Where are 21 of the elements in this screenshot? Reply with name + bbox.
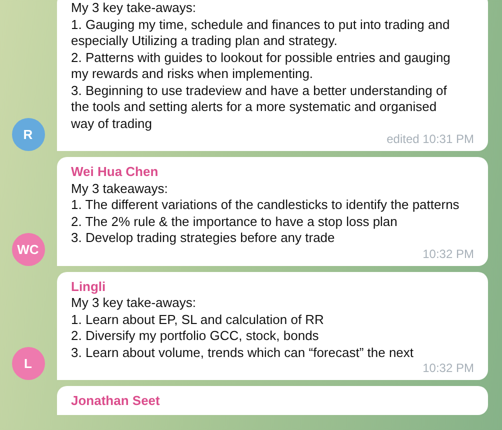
message-text: 2. Diversify my portfolio GCC, stock, bonds: [71, 328, 320, 344]
sender-name[interactable]: Wei Hua Chen: [71, 164, 462, 180]
message-text: My 3 key take-aways:: [71, 295, 197, 312]
message-text: 2. The 2% rule & the importance to have a stop loss plan: [71, 214, 398, 230]
avatar[interactable]: R: [12, 118, 44, 151]
message-time: 10:32 PM: [422, 361, 474, 375]
sender-name[interactable]: Jonathan Seet: [71, 393, 462, 410]
message-text: 3. Develop trading strategies before any trade: [71, 230, 336, 246]
message-text: My 3 takeaways:: [71, 180, 169, 197]
message-text: 3. Learn about volume, trends which can “forecast” the next: [71, 344, 415, 361]
message-text: 1. Learn about EP, SL and calculation of RR: [71, 312, 325, 328]
message-text: 1. Gauging my time, schedule and finances to put into trading and especially Utilizing a trading plan and strategy.: [71, 16, 451, 50]
message-text: 2. Patterns with guides to lookout for possible entries and gauging my rewards and risks when implementing.: [71, 50, 452, 82]
avatar[interactable]: L: [12, 347, 44, 380]
message-text: 3. Beginning to use tradeview and have a better understanding of the tools and setting alerts for a more systematic and organised way of trading: [71, 82, 448, 132]
message-text: 1. The different variations of the candlesticks to identify the patterns: [71, 197, 460, 214]
message-time: 10:32 PM: [422, 246, 474, 260]
message-time: edited 10:31 PM: [386, 132, 474, 146]
message-text: My 3 key take-aways:: [71, 0, 197, 16]
sender-name[interactable]: Lingli: [71, 278, 462, 295]
avatar[interactable]: WC: [12, 232, 44, 266]
